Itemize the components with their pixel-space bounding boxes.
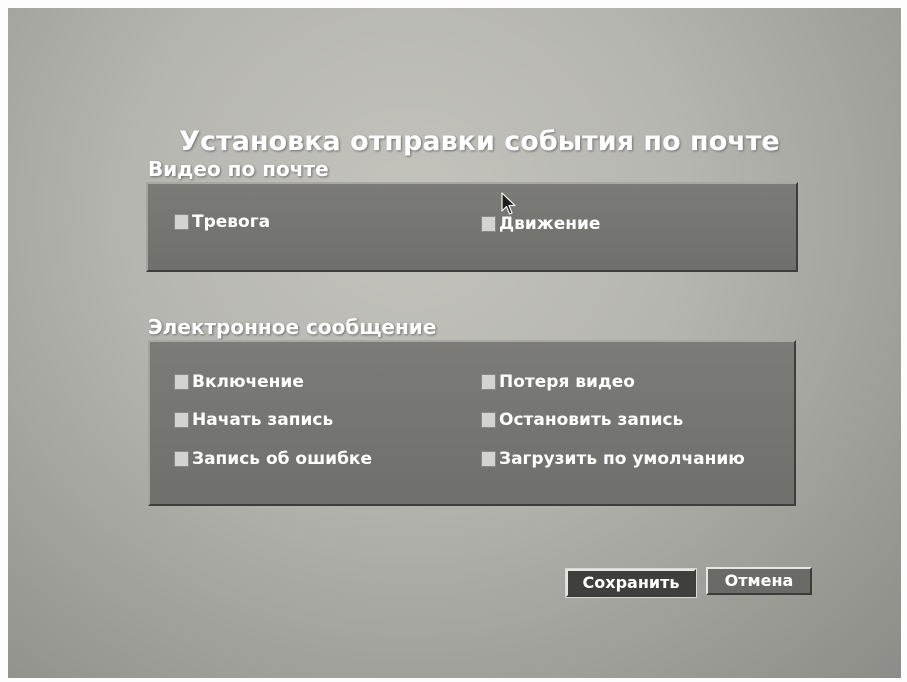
checkbox-label: Остановить запись: [499, 410, 684, 430]
checkbox-label: Движение: [499, 214, 601, 234]
checkbox-box[interactable]: [174, 374, 189, 390]
section-label-video-mail: Видео по почте: [148, 157, 329, 181]
checkbox-label: Запись об ошибке: [192, 449, 373, 469]
email-message-panel: Включение Потеря видео Начать запись Ост…: [148, 340, 796, 506]
dialog-screen: Установка отправки события по почте Виде…: [8, 8, 901, 678]
checkbox-motion[interactable]: Движение: [481, 214, 600, 234]
checkbox-box[interactable]: [481, 374, 496, 390]
checkbox-start-recording[interactable]: Начать запись: [174, 410, 333, 430]
checkbox-power-on[interactable]: Включение: [174, 372, 304, 392]
checkbox-label: Потеря видео: [499, 372, 635, 392]
checkbox-label: Включение: [192, 372, 304, 392]
checkbox-load-default[interactable]: Загрузить по умолчанию: [481, 449, 745, 469]
checkbox-label: Загрузить по умолчанию: [499, 449, 745, 469]
section-label-email-message: Электронное сообщение: [148, 315, 437, 339]
video-mail-panel: Тревога Движение: [146, 182, 798, 272]
checkbox-alarm[interactable]: Тревога: [174, 212, 270, 232]
save-button[interactable]: Сохранить: [565, 568, 697, 598]
checkbox-video-loss[interactable]: Потеря видео: [481, 372, 635, 392]
checkbox-box[interactable]: [174, 214, 189, 230]
checkbox-label: Тревога: [192, 212, 271, 232]
checkbox-box[interactable]: [481, 216, 496, 232]
photo-frame: Установка отправки события по почте Виде…: [0, 0, 907, 682]
checkbox-stop-recording[interactable]: Остановить запись: [481, 410, 683, 430]
checkbox-box[interactable]: [174, 412, 189, 428]
checkbox-box[interactable]: [481, 412, 496, 428]
checkbox-label: Начать запись: [192, 410, 334, 430]
checkbox-box[interactable]: [481, 451, 496, 467]
checkbox-error-record[interactable]: Запись об ошибке: [174, 449, 372, 469]
dialog-title: Установка отправки события по почте: [179, 126, 780, 157]
checkbox-box[interactable]: [174, 451, 189, 467]
cancel-button[interactable]: Отмена: [706, 567, 812, 595]
mouse-pointer-icon: [501, 192, 516, 215]
